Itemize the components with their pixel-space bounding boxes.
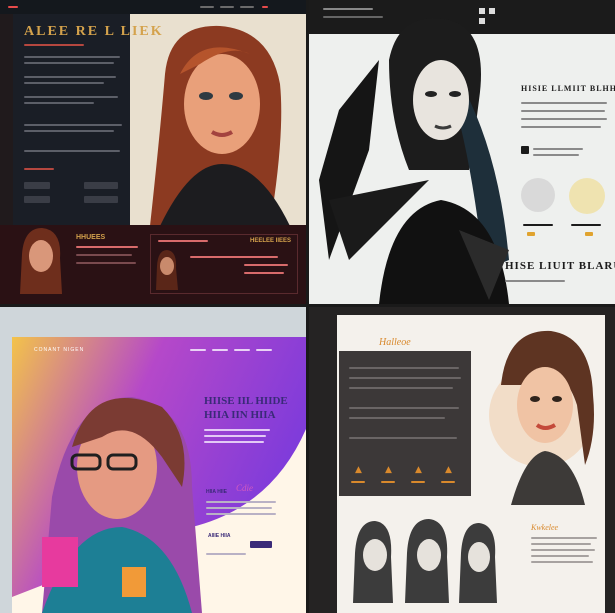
text-line xyxy=(76,262,136,264)
tag[interactable] xyxy=(585,232,593,236)
text-line xyxy=(24,96,118,98)
text-line xyxy=(349,437,457,439)
nav-link[interactable] xyxy=(234,349,250,351)
thumbnail-portrait xyxy=(20,228,62,294)
hero-heading-line2: HIIA IIN HIIA xyxy=(204,409,276,421)
field-button[interactable] xyxy=(24,196,50,203)
panel-top-left: ALEE RE L LIEK HHUEES HEELEE IIEES xyxy=(0,0,306,304)
hero-heading-line1: HIISE IIL HIIDE xyxy=(204,395,288,407)
text-line xyxy=(158,240,208,242)
hero-gradient xyxy=(12,337,306,613)
text-line xyxy=(24,76,116,78)
field-button[interactable] xyxy=(84,196,118,203)
tag[interactable] xyxy=(527,232,535,236)
text-line xyxy=(531,555,589,557)
small-label: HIIA HIIE xyxy=(206,489,227,495)
cta-button[interactable] xyxy=(250,541,272,548)
text-line xyxy=(349,417,445,419)
nav-link[interactable] xyxy=(200,6,214,8)
script-label: Cdie xyxy=(236,483,253,493)
text-line xyxy=(244,264,288,266)
text-line xyxy=(349,377,461,379)
avatar xyxy=(521,178,555,212)
stat-label xyxy=(351,481,365,483)
text-line xyxy=(349,387,453,389)
text-line xyxy=(521,126,601,128)
signature-heading: Halleoe xyxy=(379,337,411,348)
nav-link[interactable] xyxy=(212,349,228,351)
flame-icon: ▲ xyxy=(355,465,362,475)
signature-subheading: Kwkelee xyxy=(531,523,559,532)
text-line xyxy=(533,148,583,150)
text-line xyxy=(533,154,579,156)
hero-illustration xyxy=(319,18,509,304)
heading-underline xyxy=(24,44,84,46)
text-line xyxy=(505,280,565,282)
text-line xyxy=(24,82,104,84)
cta-label: AIIIE HIIA xyxy=(208,533,231,539)
text-line xyxy=(206,553,246,555)
text-line xyxy=(76,246,138,248)
field-button[interactable] xyxy=(84,182,118,189)
field-button[interactable] xyxy=(24,182,50,189)
stat-label xyxy=(381,481,395,483)
nav-link[interactable] xyxy=(220,6,234,8)
text-line xyxy=(349,407,459,409)
text-line xyxy=(521,110,605,112)
text-line xyxy=(206,507,272,509)
nav-link[interactable] xyxy=(190,349,206,351)
text-line xyxy=(24,150,120,152)
sketch-portraits xyxy=(353,519,497,603)
nav-accent xyxy=(262,6,268,8)
text-line xyxy=(206,501,276,503)
text-line xyxy=(76,254,132,256)
text-line xyxy=(24,124,122,126)
panel-bottom-right: Halleoe ▲ ▲ ▲ ▲ Kwkelee xyxy=(309,307,615,613)
bullet-icon xyxy=(521,146,529,154)
stat-label xyxy=(441,481,455,483)
text-line xyxy=(531,543,591,545)
avatar xyxy=(569,178,605,214)
text-line xyxy=(24,56,120,58)
nav-link[interactable] xyxy=(256,349,272,351)
label-line xyxy=(24,168,54,170)
text-line xyxy=(531,549,595,551)
text-line xyxy=(571,224,601,226)
logo-mark xyxy=(8,6,18,8)
hero-portrait xyxy=(150,25,290,226)
stat-label xyxy=(411,481,425,483)
text-line xyxy=(531,561,593,563)
text-line xyxy=(521,102,607,104)
flame-icon: ▲ xyxy=(445,465,452,475)
text-line xyxy=(24,102,94,104)
text-line xyxy=(24,62,114,64)
card-portrait xyxy=(156,250,178,290)
hero-portrait xyxy=(489,330,594,505)
text-line xyxy=(531,537,597,539)
text-line xyxy=(204,429,270,431)
card-title: HHUEES xyxy=(76,234,106,241)
text-line xyxy=(244,272,284,274)
nav-link[interactable] xyxy=(240,6,254,8)
text-line xyxy=(204,435,266,437)
hero-heading: HISE LIUIT BLARUL xyxy=(505,260,615,272)
top-nav-bar xyxy=(0,0,306,14)
brand-logo[interactable]: CONANT NIGEN xyxy=(34,347,84,353)
text-line xyxy=(349,367,459,369)
panel-top-right: HISIE LLMIIT BLHHLL HISE LIUIT BLARUL xyxy=(309,0,615,304)
panel-bottom-left: CONANT NIGEN HIISE IIL HIIDE HIIA IIN HI… xyxy=(0,307,306,613)
flame-icon: ▲ xyxy=(385,465,392,475)
section-heading: HISIE LLMIIT BLHHLL xyxy=(521,84,615,93)
text-line xyxy=(24,130,114,132)
text-line xyxy=(204,441,264,443)
text-line xyxy=(523,224,553,226)
text-line xyxy=(190,256,278,258)
text-line xyxy=(206,513,276,515)
card-tag: HEELEE IIEES xyxy=(250,238,292,244)
text-line xyxy=(521,118,607,120)
flame-icon: ▲ xyxy=(415,465,422,475)
